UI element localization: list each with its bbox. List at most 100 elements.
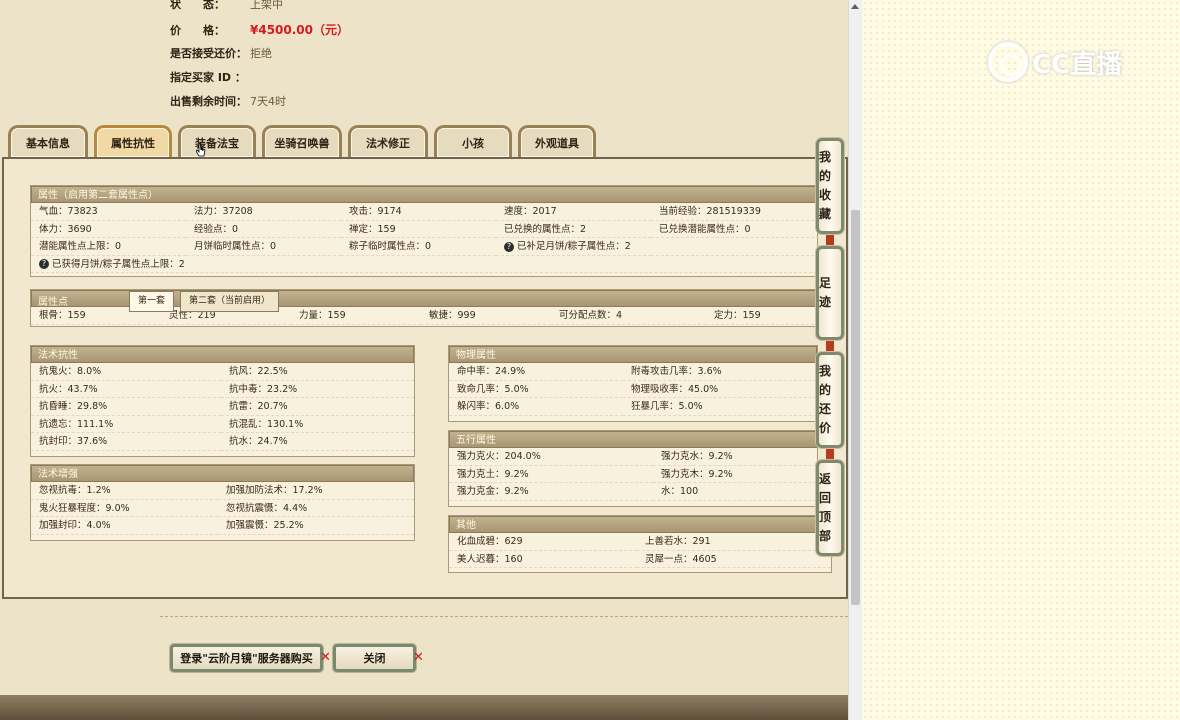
element-cell: 强力克木：9.2% xyxy=(653,466,817,483)
footprints-button[interactable]: 足迹 xyxy=(816,246,844,340)
app-window: 状 态： 上架中 价 格： ¥4500.00（元） 是否接受还价： 拒绝 指定买家 I… xyxy=(0,0,848,720)
attr-cell: 已兑换的属性点：2 xyxy=(496,221,651,238)
login-server-buy-button[interactable]: 登录"云阶月镜"服务器购买 xyxy=(170,644,323,672)
magic-resist-heading: 法术抗性 xyxy=(31,346,414,363)
boost-cell: 忽视抗毒：1.2% xyxy=(31,482,218,500)
resist-cell: 抗风：22.5% xyxy=(221,363,414,381)
physical-box: 物理属性 命中率：24.9% 附毒攻击几率：3.6% 致命几率：5.0% 物理吸… xyxy=(448,345,818,422)
physical-cell: 附毒攻击几率：3.6% xyxy=(623,363,817,381)
tab-appearance[interactable]: 外观道具 xyxy=(518,125,596,157)
physical-cell: 狂暴几率：5.0% xyxy=(623,398,817,416)
resist-cell: 抗混乱：130.1% xyxy=(221,416,414,433)
elements-grid: 强力克火：204.0% 强力克水：9.2% 强力克土：9.2% 强力克木：9.2… xyxy=(449,448,817,501)
point-cell: 定力：159 xyxy=(706,307,819,325)
attr-cell: 攻击：9174 xyxy=(341,203,496,221)
browser-scrollbar[interactable] xyxy=(848,0,862,720)
point-cell: 力量：159 xyxy=(291,307,421,325)
resist-cell: 抗水：24.7% xyxy=(221,433,414,451)
attr-cell: 潜能属性点上限：0 xyxy=(31,238,186,256)
element-cell: 水：100 xyxy=(653,483,817,501)
physical-grid: 命中率：24.9% 附毒攻击几率：3.6% 致命几率：5.0% 物理吸收率：45… xyxy=(449,363,817,416)
other-cell: 化血成碧：629 xyxy=(449,533,637,551)
physical-cell: 躲闪率：6.0% xyxy=(449,398,623,416)
attributes-panel: 属性（启用第二套属性点） 气血：73823 法力：37208 攻击：9174 速… xyxy=(2,157,848,599)
price-value: ¥4500.00（元） xyxy=(250,23,350,37)
status-value: 上架中 xyxy=(250,0,283,11)
time-left-value: 7天4时 xyxy=(250,95,286,108)
attr-cell-text: 已补足月饼/粽子属性点：2 xyxy=(517,241,631,252)
physical-cell: 命中率：24.9% xyxy=(449,363,623,381)
tab-basic-info[interactable]: 基本信息 xyxy=(8,125,88,157)
physical-heading: 物理属性 xyxy=(449,346,817,363)
close-button[interactable]: 关闭 xyxy=(333,644,416,672)
watermark-text: CC直播 xyxy=(1032,49,1123,80)
physical-cell: 物理吸收率：45.0% xyxy=(623,381,817,398)
help-icon[interactable]: ? xyxy=(504,241,514,252)
attr-cell: ? 已补足月饼/粽子属性点：2 xyxy=(496,238,651,256)
points-heading: 属性点 第一套 第二套（当前启用） xyxy=(31,290,817,312)
tab-spell-correction[interactable]: 法术修正 xyxy=(348,125,428,157)
attr-cell: 粽子临时属性点：0 xyxy=(341,238,496,256)
resist-cell: 抗中毒：23.2% xyxy=(221,381,414,398)
time-left-label: 出售剩余时间： xyxy=(170,95,247,108)
status-row: 状 态： 上架中 xyxy=(170,0,283,12)
scroll-up-arrow-icon[interactable] xyxy=(851,4,859,9)
other-heading: 其他 xyxy=(449,516,831,533)
resist-cell: 抗雷：20.7% xyxy=(221,398,414,416)
time-left-row: 出售剩余时间： 7天4时 xyxy=(170,93,286,109)
tab-equipment[interactable]: 装备法宝 xyxy=(178,125,256,157)
attr-cell: 已兑换潜能属性点：0 xyxy=(651,221,819,238)
physical-cell: 致命几率：5.0% xyxy=(449,381,623,398)
attr-cell: 当前经验：281519339 xyxy=(651,203,819,221)
boost-cell: 忽视抗震慑：4.4% xyxy=(218,500,414,517)
resist-cell: 抗昏睡：29.8% xyxy=(31,398,221,416)
other-box: 其他 化血成碧：629 上善若水：291 美人迟暮：160 灵犀一点：4605 xyxy=(448,515,832,573)
tab-bar: 基本信息 属性抗性 装备法宝 坐骑召唤兽 法术修正 小孩 外观道具 xyxy=(8,125,602,157)
attributes-box: 属性（启用第二套属性点） 气血：73823 法力：37208 攻击：9174 速… xyxy=(30,185,819,277)
close-x-icon: ✕ xyxy=(320,650,331,665)
point-cell: 可分配点数：4 xyxy=(551,307,706,325)
buyer-id-row: 指定买家 ID ： xyxy=(170,69,250,85)
element-cell: 强力克土：9.2% xyxy=(449,466,653,483)
magic-resist-grid: 抗鬼火：8.0% 抗风：22.5% 抗火：43.7% 抗中毒：23.2% 抗昏睡… xyxy=(31,363,414,451)
price-label: 价 格： xyxy=(170,24,225,37)
counter-offer-label: 是否接受还价： xyxy=(170,47,247,60)
point-cell: 敏捷：999 xyxy=(421,307,551,325)
attr-cell: 速度：2017 xyxy=(496,203,651,221)
attributes-grid: 气血：73823 法力：37208 攻击：9174 速度：2017 当前经验：2… xyxy=(31,203,819,256)
magic-boost-grid: 忽视抗毒：1.2% 加强加防法术：17.2% 鬼火狂暴程度：9.0% 忽视抗震慑… xyxy=(31,482,414,535)
attr-cell: 法力：37208 xyxy=(186,203,341,221)
buyer-id-label: 指定买家 ID ： xyxy=(170,71,246,84)
points-set2-tab[interactable]: 第二套（当前启用） xyxy=(180,291,280,312)
back-to-top-button[interactable]: 返回顶部 xyxy=(816,460,844,556)
attr-cell: 禅定：159 xyxy=(341,221,496,238)
magic-resist-box: 法术抗性 抗鬼火：8.0% 抗风：22.5% 抗火：43.7% 抗中毒：23.2… xyxy=(30,345,415,457)
attr-cell xyxy=(651,238,819,256)
tab-attributes[interactable]: 属性抗性 xyxy=(94,125,172,157)
elements-heading: 五行属性 xyxy=(449,431,817,448)
other-grid: 化血成碧：629 上善若水：291 美人迟暮：160 灵犀一点：4605 xyxy=(449,533,831,568)
attr-note: ? 已获得月饼/粽子属性点上限：2 xyxy=(31,256,817,273)
my-favorites-button[interactable]: 我的收藏 xyxy=(816,138,844,234)
other-cell: 灵犀一点：4605 xyxy=(637,551,831,568)
help-icon[interactable]: ? xyxy=(39,259,49,269)
my-counter-offers-button[interactable]: 我的还价 xyxy=(816,352,844,448)
attributes-heading: 属性（启用第二套属性点） xyxy=(31,186,817,203)
resist-cell: 抗遗忘：111.1% xyxy=(31,416,221,433)
divider xyxy=(160,616,848,617)
scrollbar-thumb[interactable] xyxy=(851,210,860,605)
points-set1-tab[interactable]: 第一套 xyxy=(129,291,175,312)
background-pane xyxy=(862,0,1180,720)
attr-note-row: ? 已获得月饼/粽子属性点上限：2 xyxy=(31,256,817,273)
points-title: 属性点 xyxy=(38,296,68,308)
elements-box: 五行属性 强力克火：204.0% 强力克水：9.2% 强力克土：9.2% 强力克… xyxy=(448,430,818,507)
resist-cell: 抗封印：37.6% xyxy=(31,433,221,451)
watermark: CC直播 xyxy=(988,42,1122,82)
tab-child[interactable]: 小孩 xyxy=(434,125,512,157)
attr-note-text: 已获得月饼/粽子属性点上限：2 xyxy=(52,258,185,270)
magic-boost-heading: 法术增强 xyxy=(31,465,414,482)
tab-mounts-summons[interactable]: 坐骑召唤兽 xyxy=(262,125,342,157)
counter-offer-value: 拒绝 xyxy=(250,47,272,60)
cc-logo-icon xyxy=(988,42,1028,82)
boost-cell: 加强震慑：25.2% xyxy=(218,517,414,535)
